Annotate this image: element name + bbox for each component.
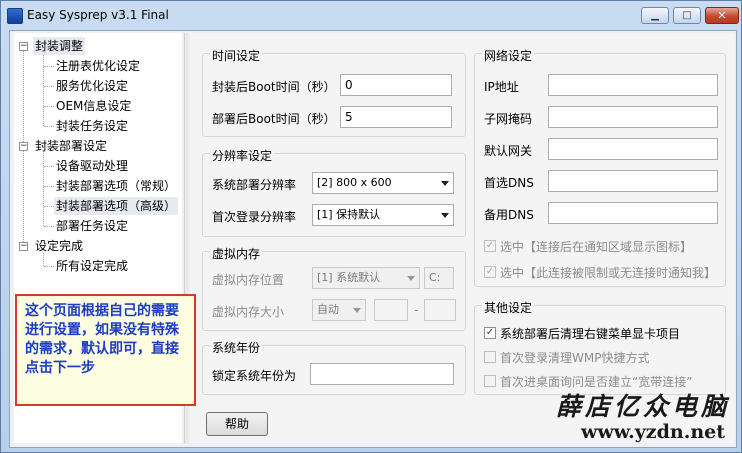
tree-item-all-complete[interactable]: 所有设定完成: [56, 257, 128, 275]
tree-item-seal-adjust[interactable]: 封装调整: [33, 37, 86, 55]
seal-boot-time-input[interactable]: 0: [340, 74, 452, 96]
clean-gpu-menu-label: 系统部署后清理右键菜单显卡项目: [500, 327, 681, 341]
vm-size-max-input[interactable]: [424, 299, 456, 321]
login-resolution-label: 首次登录分辨率: [212, 210, 297, 224]
seal-boot-time-label: 封装后Boot时间（秒）: [212, 80, 336, 94]
time-settings-title: 时间设定: [210, 47, 263, 64]
tree-item-deploy-options-general[interactable]: 封装部署选项（常规）: [56, 177, 176, 195]
title-bar[interactable]: Easy Sysprep v3.1 Final ▁ □ ✕: [1, 1, 741, 29]
tree-item-seal-tasks[interactable]: 封装任务设定: [56, 117, 128, 135]
vm-size-select[interactable]: 自动: [312, 299, 366, 321]
deploy-resolution-value: [2] 800 x 600: [317, 176, 392, 189]
vm-size-min-input[interactable]: [374, 299, 408, 321]
chevron-down-icon: [441, 181, 449, 186]
tree-branch: [44, 126, 54, 127]
tree-item-registry-optimize[interactable]: 注册表优化设定: [56, 57, 140, 75]
show-tray-icon-checkbox[interactable]: ✓: [484, 240, 496, 252]
notify-limited-checkbox[interactable]: ✓: [484, 266, 496, 278]
application-window: Easy Sysprep v3.1 Final ▁ □ ✕ − 封装调整 注册表…: [0, 0, 742, 453]
notify-limited-label: 选中【此连接被限制或无连接时通知我】: [500, 266, 717, 280]
vm-size-value: 自动: [317, 303, 339, 316]
tree-item-oem-info[interactable]: OEM信息设定: [56, 97, 131, 115]
collapse-toggle-icon[interactable]: −: [19, 42, 28, 51]
network-title: 网络设定: [482, 47, 535, 64]
tree-item-seal-deploy[interactable]: 封装部署设定: [35, 137, 107, 155]
broadband-prompt-label: 首次进桌面询问是否建立“宽带连接”: [500, 375, 693, 389]
lock-year-input[interactable]: [310, 363, 454, 385]
watermark: 薛店亿众电脑 www.yzdn.net: [548, 392, 738, 444]
maximize-button[interactable]: □: [673, 7, 701, 24]
vm-drive-select[interactable]: C:: [424, 267, 454, 289]
annotation-note: 这个页面根据自己的需要进行设置，如果没有特殊的需求，默认即可，直接点击下一步: [15, 294, 196, 406]
tree-item-setup-complete[interactable]: 设定完成: [35, 237, 83, 255]
help-button[interactable]: 帮助: [206, 412, 268, 436]
default-gateway-input[interactable]: [548, 138, 718, 160]
watermark-line2: www.yzdn.net: [581, 421, 725, 443]
tree-branch: [44, 206, 54, 207]
subnet-mask-label: 子网掩码: [484, 112, 533, 126]
window-title: Easy Sysprep v3.1 Final: [27, 8, 169, 22]
other-settings-title: 其他设定: [482, 299, 535, 316]
vm-location-select[interactable]: [1] 系统默认: [312, 267, 420, 289]
close-button[interactable]: ✕: [705, 7, 739, 24]
default-gateway-label: 默认网关: [484, 144, 533, 158]
vm-drive-value: C:: [429, 271, 441, 284]
show-tray-icon-label: 选中【连接后在通知区域显示图标】: [500, 240, 693, 254]
lock-year-label: 锁定系统年份为: [212, 369, 297, 383]
app-icon: [7, 8, 23, 24]
tree-branch: [44, 186, 54, 187]
system-year-title: 系统年份: [210, 339, 263, 356]
deploy-resolution-label: 系统部署分辨率: [212, 178, 297, 192]
tree-branch: [44, 106, 54, 107]
collapse-toggle-icon[interactable]: −: [19, 142, 28, 151]
deploy-boot-time-label: 部署后Boot时间（秒）: [212, 112, 336, 126]
vm-location-value: [1] 系统默认: [317, 271, 381, 284]
tree-branch: [44, 266, 54, 267]
collapse-toggle-icon[interactable]: −: [19, 242, 28, 251]
tree-item-deploy-tasks[interactable]: 部署任务设定: [56, 217, 128, 235]
tree-branch: [44, 66, 54, 67]
resolution-title: 分辨率设定: [210, 147, 275, 164]
chevron-down-icon: [353, 308, 361, 313]
clean-wmp-label: 首次登录清理WMP快捷方式: [500, 351, 650, 365]
vm-size-separator: -: [414, 303, 419, 317]
chevron-down-icon: [407, 276, 415, 281]
chevron-down-icon: [441, 213, 449, 218]
clean-gpu-menu-checkbox[interactable]: ✓: [484, 327, 496, 339]
login-resolution-select[interactable]: [1] 保持默认: [312, 204, 454, 226]
preferred-dns-input[interactable]: [548, 170, 718, 192]
broadband-prompt-checkbox[interactable]: [484, 375, 496, 387]
virtual-memory-title: 虚拟内存: [210, 245, 263, 262]
alternate-dns-label: 备用DNS: [484, 208, 534, 222]
tree-branch: [44, 86, 54, 87]
tree-item-service-optimize[interactable]: 服务优化设定: [56, 77, 128, 95]
tree-item-deploy-options-advanced[interactable]: 封装部署选项（高级）: [54, 197, 179, 215]
ip-address-input[interactable]: [548, 74, 718, 96]
login-resolution-value: [1] 保持默认: [317, 208, 381, 221]
tree-branch: [44, 226, 54, 227]
tree-guide-line: [43, 153, 44, 226]
vm-location-label: 虚拟内存位置: [212, 273, 285, 287]
tree-branch: [44, 166, 54, 167]
minimize-button[interactable]: ▁: [641, 7, 669, 24]
tree-guide-line: [43, 53, 44, 126]
alternate-dns-input[interactable]: [548, 202, 718, 224]
vm-size-label: 虚拟内存大小: [212, 305, 285, 319]
subnet-mask-input[interactable]: [548, 106, 718, 128]
clean-wmp-checkbox[interactable]: [484, 351, 496, 363]
preferred-dns-label: 首选DNS: [484, 176, 534, 190]
watermark-line1: 薛店亿众电脑: [555, 392, 730, 421]
deploy-resolution-select[interactable]: [2] 800 x 600: [312, 172, 454, 194]
settings-panel: 时间设定 封装后Boot时间（秒） 0 部署后Boot时间（秒） 5 分辨率设定…: [190, 33, 734, 443]
deploy-boot-time-input[interactable]: 5: [340, 106, 452, 128]
ip-address-label: IP地址: [484, 80, 519, 94]
tree-item-driver-handling[interactable]: 设备驱动处理: [56, 157, 128, 175]
